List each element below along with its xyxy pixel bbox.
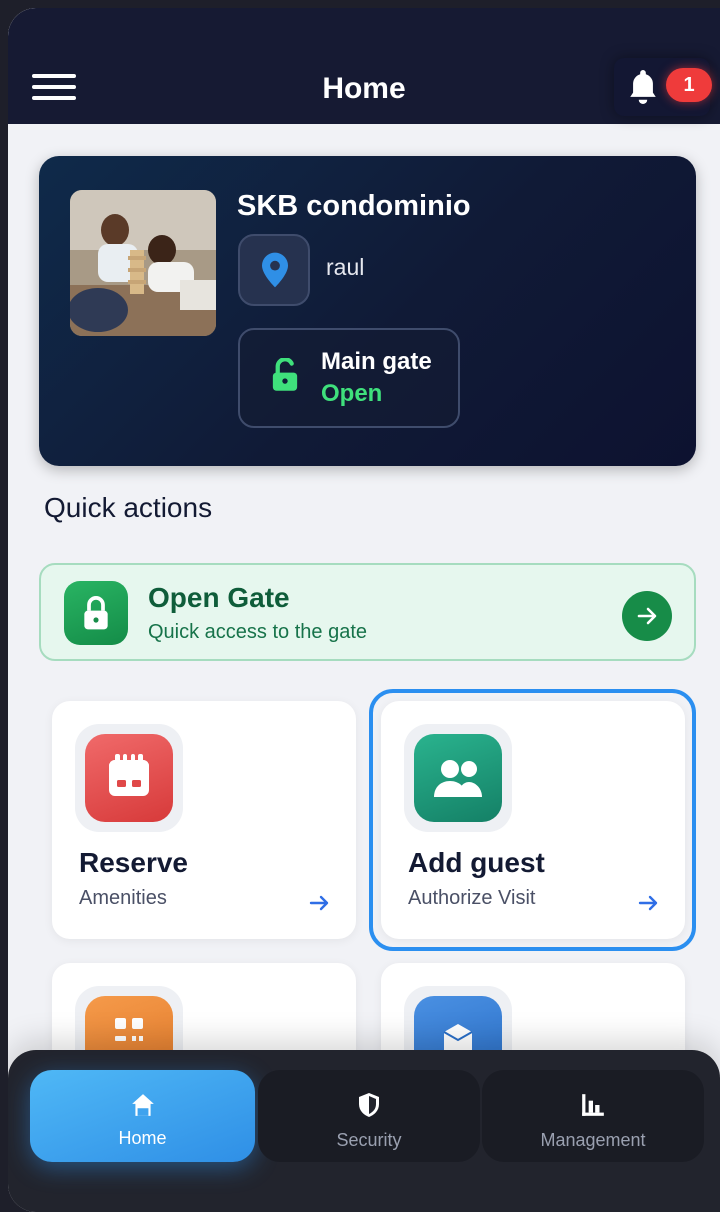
home-icon <box>131 1094 154 1116</box>
notification-badge: 1 <box>666 68 712 102</box>
bell-icon <box>630 70 656 104</box>
open-gate-title: Open Gate <box>148 582 290 613</box>
notifications-button[interactable]: 1 <box>614 58 712 116</box>
app-screen: Home 1 SKB condominio raul Main gate Ope… <box>8 8 720 1212</box>
condo-card: SKB condominio raul Main gate Open <box>39 156 696 466</box>
main-gate-status[interactable]: Main gate Open <box>238 328 460 428</box>
nav-label-management: Management <box>540 1130 646 1150</box>
location-pin-icon <box>262 252 288 288</box>
top-bar: Home 1 <box>8 8 720 124</box>
location-label: raul <box>326 254 365 280</box>
gate-status: Open <box>321 380 383 407</box>
arrow-right-icon <box>622 591 672 641</box>
tile-title: Add guest <box>408 847 545 878</box>
gate-label: Main gate <box>321 348 432 375</box>
nav-item-security[interactable]: Security <box>258 1070 480 1162</box>
users-icon <box>414 734 502 822</box>
bottom-navigation: Home Security Management <box>8 1050 720 1212</box>
open-gate-button[interactable]: Open Gate Quick access to the gate <box>39 563 696 661</box>
condo-name: SKB condominio <box>237 190 471 222</box>
shield-icon <box>359 1093 379 1117</box>
nav-label-security: Security <box>336 1130 402 1150</box>
condo-photo <box>70 190 216 336</box>
open-gate-subtitle: Quick access to the gate <box>148 621 368 643</box>
quick-actions-heading: Quick actions <box>44 492 213 523</box>
add-guest-tile[interactable]: Add guest Authorize Visit <box>381 701 685 939</box>
nav-label-home: Home <box>118 1128 167 1148</box>
calendar-icon <box>85 734 173 822</box>
nav-item-management[interactable]: Management <box>482 1070 704 1162</box>
lock-icon <box>64 581 128 645</box>
tile-subtitle: Authorize Visit <box>408 887 536 909</box>
arrow-right-icon <box>638 895 658 911</box>
arrow-right-icon <box>309 895 329 911</box>
nav-item-home[interactable]: Home <box>30 1070 255 1162</box>
bar-chart-icon <box>582 1094 604 1116</box>
unlock-icon <box>272 358 298 391</box>
tile-title: Reserve <box>79 847 188 878</box>
reserve-amenities-tile[interactable]: Reserve Amenities <box>52 701 356 939</box>
location-button[interactable] <box>238 234 310 306</box>
tile-subtitle: Amenities <box>79 887 167 909</box>
